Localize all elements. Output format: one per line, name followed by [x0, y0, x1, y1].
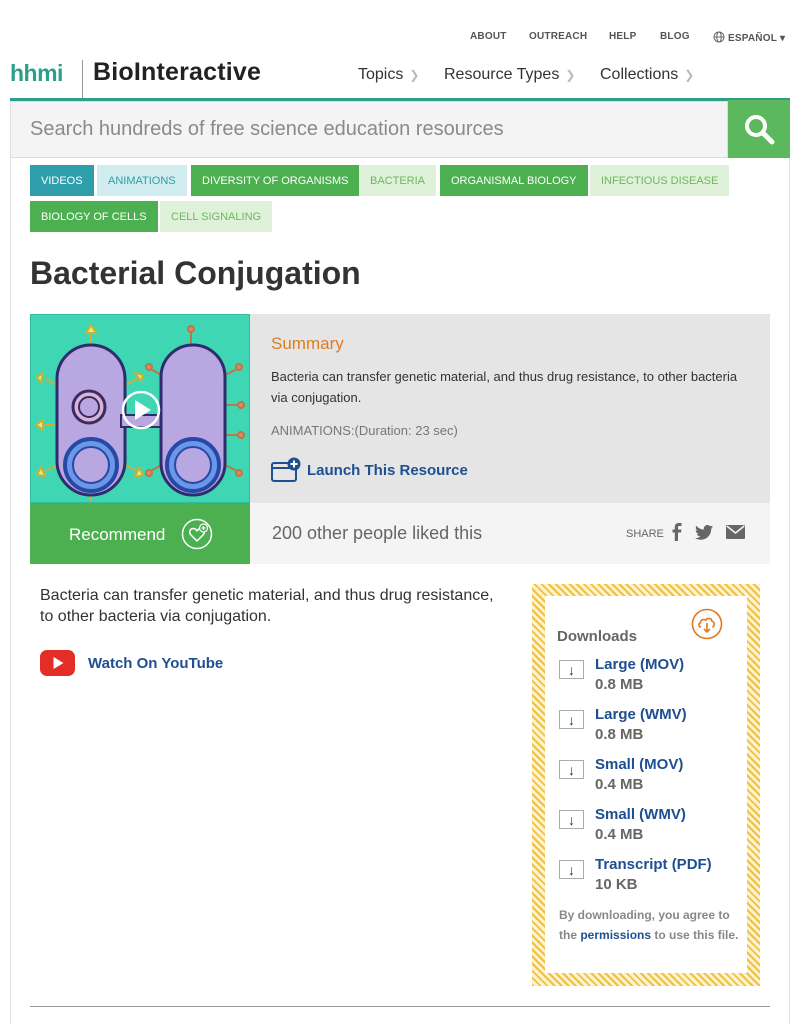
download-name[interactable]: Small (WMV): [595, 806, 686, 823]
download-arrow-icon: ↓: [559, 660, 584, 679]
util-nav-about[interactable]: ABOUT: [470, 31, 507, 42]
summary-heading: Summary: [271, 334, 344, 353]
launch-resource-label: Launch This Resource: [307, 461, 468, 479]
download-arrow-icon: ↓: [559, 860, 584, 879]
chevron-down-icon: ▾: [780, 33, 786, 44]
facebook-icon[interactable]: [671, 523, 683, 541]
download-arrow-icon: ↓: [559, 760, 584, 779]
download-terms: By downloading, you agree to the permiss…: [559, 905, 739, 945]
tag-biology-of-cells[interactable]: BIOLOGY OF CELLS: [30, 201, 158, 232]
search-box: [10, 101, 728, 158]
share-label: SHARE: [626, 528, 664, 540]
recommend-button[interactable]: Recommend: [30, 503, 250, 564]
twitter-icon[interactable]: [695, 525, 713, 540]
page-title: Bacterial Conjugation: [30, 255, 361, 291]
nav-resource-types[interactable]: Resource Types ❯: [444, 66, 575, 84]
download-name[interactable]: Small (MOV): [595, 756, 683, 773]
resource-description: Bacteria can transfer genetic material, …: [40, 587, 494, 625]
launch-resource-button[interactable]: Launch This Resource: [271, 457, 468, 483]
email-icon[interactable]: [726, 525, 745, 539]
summary-panel: Summary Bacteria can transfer genetic ma…: [250, 314, 770, 503]
chevron-down-icon: ❯: [409, 68, 420, 82]
downloads-panel: Downloads ↓ Large (MOV) 0.8 MB ↓ Large (…: [532, 584, 760, 986]
search-icon: [745, 115, 775, 145]
launch-icon: [271, 457, 301, 482]
heart-plus-icon: [181, 518, 213, 550]
biointeractive-logo[interactable]: BioInteractive: [93, 58, 261, 87]
util-nav-blog[interactable]: BLOG: [660, 31, 690, 42]
tag-videos[interactable]: VIDEOS: [30, 165, 94, 196]
bacteria-illustration: [34, 323, 245, 501]
download-size: 0.4 MB: [595, 826, 644, 843]
hhmi-logo[interactable]: hhmi: [10, 60, 63, 87]
download-size: 10 KB: [595, 876, 638, 893]
download-name[interactable]: Large (WMV): [595, 706, 687, 723]
nav-topics-label: Topics: [358, 66, 404, 83]
language-selector[interactable]: ESPAÑOL ▾: [713, 31, 785, 44]
util-nav-outreach[interactable]: OUTREACH: [529, 31, 587, 42]
youtube-icon: [40, 650, 75, 676]
cloud-download-icon: [691, 608, 723, 640]
tag-infectious-disease[interactable]: INFECTIOUS DISEASE: [590, 165, 730, 196]
download-size: 0.8 MB: [595, 726, 644, 743]
watch-on-youtube-link[interactable]: Watch On YouTube: [40, 650, 223, 676]
bottom-divider: [30, 1006, 770, 1007]
downloads-heading: Downloads: [557, 628, 638, 645]
terms-post: to use this file.: [654, 928, 739, 942]
download-arrow-icon: ↓: [559, 710, 584, 729]
summary-text: Bacteria can transfer genetic material, …: [271, 369, 738, 405]
resource-meta: ANIMATIONS:(Duration: 23 sec): [271, 423, 458, 438]
globe-icon: [713, 31, 725, 43]
permissions-link[interactable]: permissions: [580, 928, 651, 942]
recommend-label: Recommend: [69, 525, 166, 544]
download-name[interactable]: Large (MOV): [595, 656, 684, 673]
resource-thumbnail[interactable]: [30, 314, 250, 503]
tag-diversity-of-organisms[interactable]: DIVERSITY OF ORGANISMS: [191, 165, 360, 196]
download-size: 0.4 MB: [595, 776, 644, 793]
chevron-down-icon: ❯: [565, 68, 576, 82]
utility-nav: ABOUT OUTREACH HELP BLOG ESPAÑOL ▾: [0, 31, 800, 45]
download-arrow-icon: ↓: [559, 810, 584, 829]
search-input[interactable]: [11, 102, 727, 157]
download-item[interactable]: ↓ Small (MOV) 0.4 MB: [559, 756, 739, 798]
tag-organismal-biology[interactable]: ORGANISMAL BIOLOGY: [440, 165, 588, 196]
download-item[interactable]: ↓ Small (WMV) 0.4 MB: [559, 806, 739, 848]
youtube-label: Watch On YouTube: [88, 654, 224, 672]
tag-bacteria[interactable]: BACTERIA: [359, 165, 437, 196]
tag-cell-signaling[interactable]: CELL SIGNALING: [160, 201, 273, 232]
downloads-inner: Downloads ↓ Large (MOV) 0.8 MB ↓ Large (…: [545, 596, 747, 973]
download-item[interactable]: ↓ Large (MOV) 0.8 MB: [559, 656, 739, 698]
like-count: 200 other people liked this: [272, 523, 483, 543]
download-name[interactable]: Transcript (PDF): [595, 856, 712, 873]
util-nav-help[interactable]: HELP: [609, 31, 636, 42]
search-button[interactable]: [728, 100, 790, 158]
tag-animations[interactable]: ANIMATIONS: [97, 165, 187, 196]
nav-collections[interactable]: Collections ❯: [600, 66, 694, 84]
download-item[interactable]: ↓ Transcript (PDF) 10 KB: [559, 856, 739, 898]
logo-divider: [82, 60, 83, 98]
nav-resource-types-label: Resource Types: [444, 66, 560, 83]
download-size: 0.8 MB: [595, 676, 644, 693]
like-bar: 200 other people liked this SHARE: [250, 503, 770, 564]
nav-collections-label: Collections: [600, 66, 679, 83]
chevron-down-icon: ❯: [684, 68, 695, 82]
nav-topics[interactable]: Topics ❯: [358, 66, 419, 84]
download-item[interactable]: ↓ Large (WMV) 0.8 MB: [559, 706, 739, 748]
language-label: ESPAÑOL: [728, 33, 777, 44]
